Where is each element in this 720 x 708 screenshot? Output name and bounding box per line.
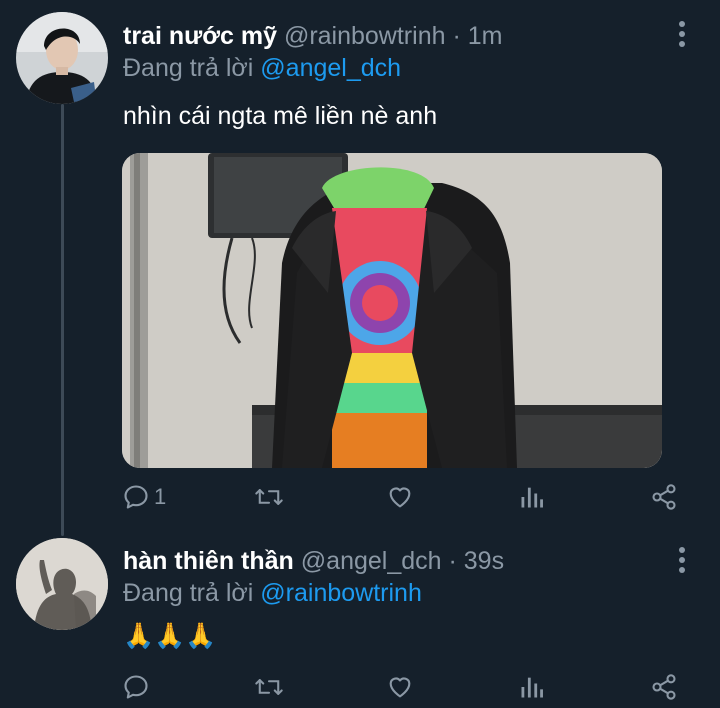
timestamp[interactable]: 1m <box>468 22 503 50</box>
heart-icon <box>389 677 411 698</box>
replying-to: Đang trả lời @angel_dch <box>123 53 401 83</box>
reply-button[interactable] <box>122 667 154 707</box>
heart-icon <box>389 487 411 508</box>
replying-to-label: Đang trả lời <box>123 579 254 607</box>
share-button[interactable] <box>650 477 678 517</box>
avatar[interactable] <box>16 12 108 104</box>
tweet-text: 🙏🙏🙏 <box>123 622 217 650</box>
share-icon <box>652 484 676 510</box>
retweet-icon <box>255 679 283 695</box>
user-handle[interactable]: @angel_dch <box>301 547 442 575</box>
timestamp[interactable]: 39s <box>464 547 504 575</box>
reply-button[interactable]: 1 <box>122 477 166 517</box>
tweet-text: nhìn cái ngta mê liền nè anh <box>123 102 438 130</box>
reply-count: 1 <box>154 484 167 509</box>
tweet-actions <box>122 667 682 707</box>
reply-icon <box>124 675 148 699</box>
separator-dot: · <box>448 547 457 575</box>
avatar[interactable] <box>16 538 108 630</box>
retweet-button[interactable] <box>254 667 284 707</box>
retweet-button[interactable] <box>254 477 284 517</box>
share-icon <box>652 674 676 700</box>
tweet-header: hàn thiên thần @angel_dch · 39s <box>123 546 504 576</box>
like-button[interactable] <box>386 667 414 707</box>
display-name[interactable]: trai nước mỹ <box>123 22 277 50</box>
analytics-icon <box>521 487 543 508</box>
mention-link[interactable]: @rainbowtrinh <box>260 579 422 607</box>
more-vertical-icon <box>679 21 685 47</box>
replying-to-label: Đang trả lời <box>123 54 254 82</box>
thread-connector-line <box>61 104 64 536</box>
analytics-icon <box>521 677 543 698</box>
tweet-header: trai nước mỹ @rainbowtrinh · 1m <box>123 21 502 51</box>
mention-link[interactable]: @angel_dch <box>260 54 401 82</box>
tweet-actions: 1 <box>122 477 682 517</box>
display-name[interactable]: hàn thiên thần <box>123 547 294 575</box>
more-options-button[interactable] <box>677 19 687 49</box>
like-button[interactable] <box>386 477 414 517</box>
more-options-button[interactable] <box>677 545 687 575</box>
analytics-button[interactable] <box>519 477 545 517</box>
share-button[interactable] <box>650 667 678 707</box>
separator-dot: · <box>452 22 461 50</box>
more-vertical-icon <box>679 547 685 573</box>
tweet-media-image[interactable] <box>122 153 662 468</box>
retweet-icon <box>255 489 283 505</box>
replying-to: Đang trả lời @rainbowtrinh <box>123 578 422 608</box>
analytics-button[interactable] <box>519 667 545 707</box>
reply-icon <box>124 485 148 509</box>
user-handle[interactable]: @rainbowtrinh <box>284 22 446 50</box>
